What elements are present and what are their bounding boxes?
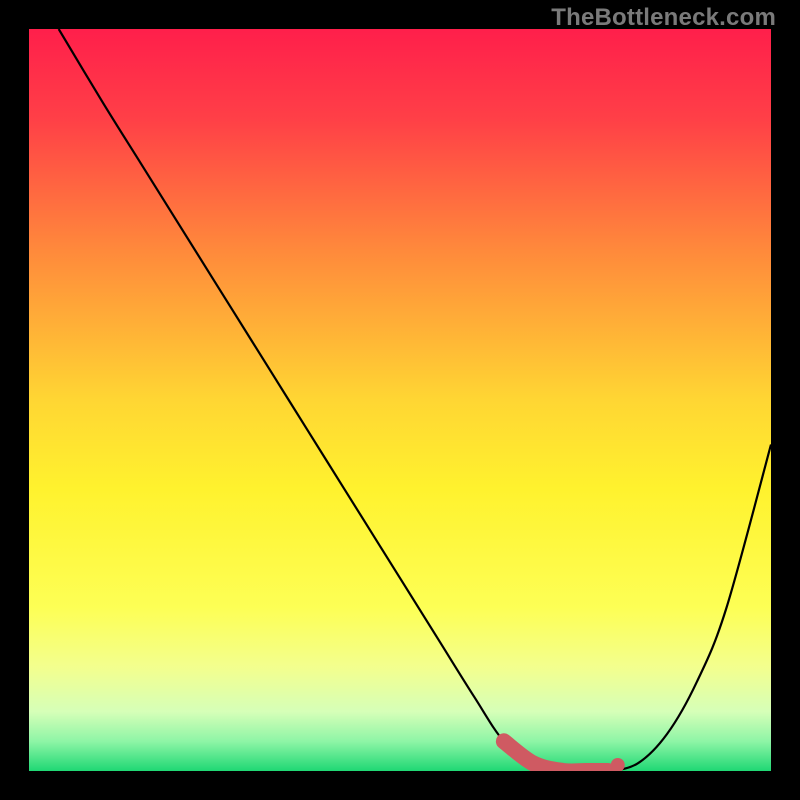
watermark-text: TheBottleneck.com (551, 4, 776, 32)
gradient-background (29, 29, 771, 771)
chart-frame: TheBottleneck.com (0, 0, 800, 800)
bottleneck-chart (29, 29, 771, 771)
plot-area (29, 29, 771, 771)
